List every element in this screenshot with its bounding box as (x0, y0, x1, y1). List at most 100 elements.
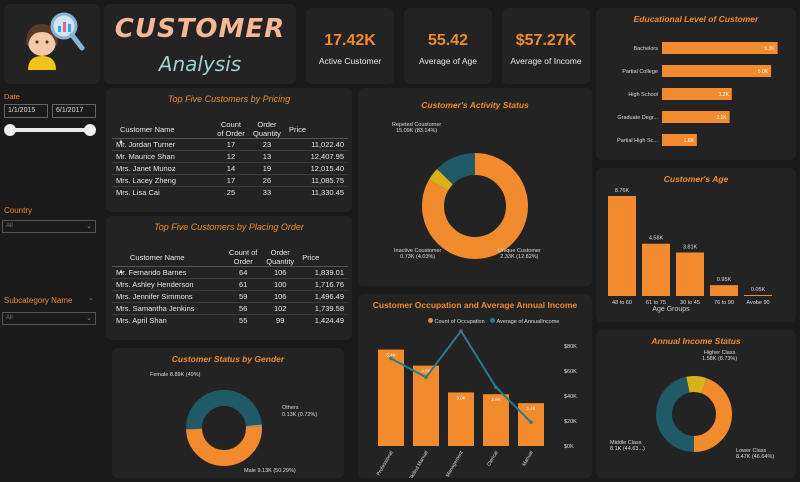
kpi-value: 55.42 (427, 32, 469, 49)
table-row[interactable]: Mrs. April Shan 55 99 1,424.49 (112, 315, 348, 327)
y-axis-tick-label: $0K (564, 444, 574, 450)
slice-label-others-value: 0.13K (0.72%) (282, 412, 318, 418)
table-row[interactable]: Mr. Fernando Barnes 64 106 1,839.01 (112, 267, 348, 279)
bar[interactable] (744, 295, 772, 296)
table-row[interactable]: Mrs. Lisa Cai 25 33 11,330.45 (112, 187, 348, 199)
kpi-average-age: 55.42 Average of Age (404, 8, 492, 84)
series-point (389, 356, 393, 361)
slice-label-higher: Higher Class 1.58K (8.73%) (702, 350, 737, 362)
tick-label: Avobe 90 (746, 300, 769, 306)
cell-quantity: 26 (262, 176, 272, 185)
cell-price: 1,496.49 (314, 292, 344, 301)
series-point (459, 329, 463, 333)
y-axis-tick-label: $20K (564, 419, 577, 425)
cell-count: 14 (226, 164, 236, 173)
education-bar-chart: Bachelors 5.3K Partial College 5.0K High Sch… (617, 42, 778, 146)
sort-arrow-icon[interactable]: ▲ (118, 269, 124, 275)
cell-count: 55 (239, 316, 248, 325)
data-label: 3.1K (716, 115, 727, 121)
table-row[interactable]: Mrs. Jennifer Simmons 59 106 1,496.49 (112, 291, 348, 303)
slice-label-inactive: Inactive Coustomer 0.73K (4.03%) (394, 248, 441, 260)
date-slider-track[interactable] (10, 128, 90, 132)
slice-label-value: 2.33K (12.82%) (500, 254, 539, 260)
data-label: 0.95K (717, 277, 732, 283)
cell-name: Mrs. Samantha Jenkins (116, 304, 195, 313)
country-dropdown[interactable]: All ⌄ (2, 220, 96, 233)
data-label: 2.4K (526, 406, 535, 411)
cell-name: Mrs. April Shan (116, 316, 167, 325)
end-date-input[interactable]: 6/1/2017 (52, 104, 96, 118)
table-row[interactable]: Mr. Jordan Turner 17 23 11,022.40 (112, 139, 348, 151)
column-header[interactable]: Price (299, 248, 348, 267)
cell-price: 1,839.01 (314, 268, 344, 277)
bar[interactable] (662, 65, 772, 77)
column-header[interactable]: Count of Order (225, 248, 261, 267)
cell-count: 12 (226, 152, 236, 161)
slice-label-middle: Middle Class 8.1K (44.63...) (610, 440, 645, 452)
cell-quantity: 13 (262, 152, 272, 161)
cell-name: Mrs. Ashley Henderson (116, 280, 194, 289)
x-axis-title: Age Groups (652, 306, 690, 313)
top-orders-table: Customer Name Count of Order Order Quant… (112, 248, 348, 326)
bar[interactable] (448, 392, 474, 446)
chevron-down-icon[interactable]: ⌄ (88, 294, 94, 302)
cell-count: 56 (239, 304, 248, 313)
cell-name: Mr. Jordan Turner (116, 140, 176, 149)
slice-label-value: 8.1K (44.63...) (610, 446, 645, 452)
date-slider-start-handle[interactable] (4, 124, 16, 136)
cell-quantity: 23 (262, 140, 272, 149)
table-row[interactable]: Mrs. Ashley Henderson 61 100 1,716.76 (112, 279, 348, 291)
kpi-active-customers: 17.42K Active Customer (306, 8, 394, 84)
y-axis-tick-label: $40K (564, 394, 577, 400)
country-label: Country (4, 206, 33, 215)
data-label: 4.58K (649, 236, 664, 242)
column-header[interactable]: Order Quantity (261, 248, 299, 267)
column-header[interactable]: Customer Name (112, 120, 214, 139)
category-label: Graduate Degr... (617, 115, 658, 121)
bar[interactable] (642, 243, 670, 296)
kpi-average-income: $57.27K Average of Income (502, 8, 590, 84)
tick-label: Manual (521, 450, 534, 467)
bar[interactable] (662, 42, 778, 54)
data-label: 5.0K (758, 69, 769, 75)
bar[interactable] (676, 252, 704, 296)
column-header[interactable]: Count of Order (214, 120, 248, 139)
kpi-value: 17.42K (324, 32, 376, 49)
slice-label-female: Female 8.89K (49%) (150, 372, 201, 378)
sort-arrow-icon[interactable]: ▲ (118, 139, 124, 145)
date-slider-end-handle[interactable] (84, 124, 96, 136)
occupation-combo-chart: $0K$20K$40K$60K$80K5.4KProfessional4.5KS… (376, 329, 577, 478)
cell-name: Mrs. Lacey Zheng (116, 176, 177, 185)
data-label: 3.2K (719, 92, 730, 98)
education-panel: Educational Level of Customer Bachelors 5… (596, 8, 796, 160)
bar[interactable] (608, 196, 636, 296)
title-panel: CUSTOMER Analysis (104, 4, 296, 84)
table-row[interactable]: Mrs. Janet Munoz 14 19 12,015.40 (112, 163, 348, 175)
chevron-down-icon: ⌄ (86, 223, 92, 230)
data-label: 1.6K (684, 138, 695, 144)
series-point (529, 420, 533, 425)
cell-price: 12,407.95 (310, 152, 344, 161)
top-orders-panel: Top Five Customers by Placing Order Cust… (106, 216, 352, 340)
column-header[interactable]: Customer Name (112, 248, 225, 267)
bar[interactable] (710, 285, 738, 296)
column-header[interactable]: Price (286, 120, 348, 139)
dashboard-subtitle: Analysis (158, 52, 242, 76)
table-row[interactable]: Mr. Maurice Shan 12 13 12,407.95 (112, 151, 348, 163)
cell-price: 1,716.76 (314, 280, 344, 289)
occupation-panel: Customer Occupation and Average Annual I… (358, 294, 592, 478)
top-pricing-panel: Top Five Customers by Pricing Customer N… (106, 88, 352, 212)
column-header[interactable]: Order Quantity (248, 120, 286, 139)
subcategory-dropdown[interactable]: All ⌄ (2, 312, 96, 325)
y-axis-tick-label: $80K (564, 344, 577, 350)
cell-quantity: 19 (262, 164, 272, 173)
slice-label-repeated: Repeted Coustomer 15.09K (83.14%) (392, 122, 441, 134)
table-row[interactable]: Mrs. Samantha Jenkins 56 102 1,739.58 (112, 303, 348, 315)
customer-search-icon (26, 12, 85, 70)
slice-label-value: 1.58K (8.73%) (702, 356, 738, 362)
table-row[interactable]: Mrs. Lacey Zheng 17 26 11,085.75 (112, 175, 348, 187)
panel-title: Top Five Customers by Pricing (167, 94, 291, 104)
start-date-input[interactable]: 1/1/2015 (4, 104, 48, 118)
category-label: High School (628, 92, 658, 98)
data-label: 5.3K (764, 46, 775, 52)
